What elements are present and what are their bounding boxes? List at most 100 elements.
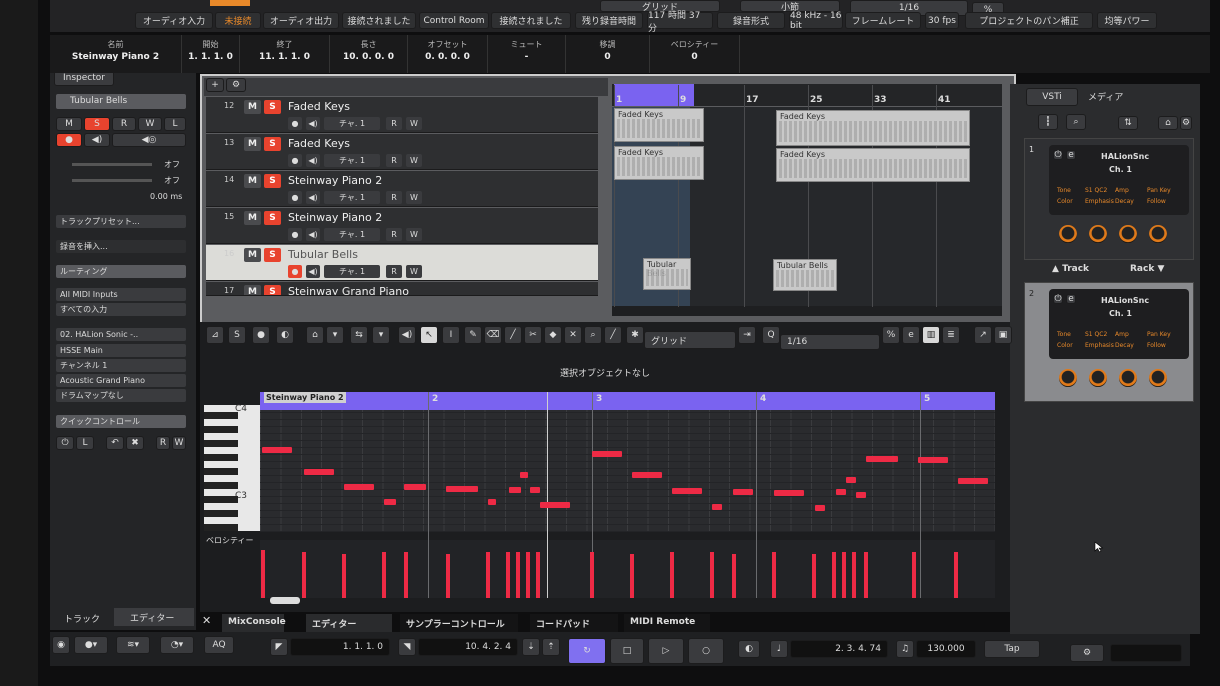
velocity-bar[interactable] xyxy=(812,554,816,598)
velocity-bar[interactable] xyxy=(912,552,916,598)
inspector-mute-button[interactable]: M xyxy=(56,117,82,131)
vsti-edit-icon[interactable]: e xyxy=(1066,150,1076,160)
track-row[interactable]: 15 M S Steinway Piano 2 ● ◀) チャ. 1 RW xyxy=(206,208,598,244)
channel-select[interactable]: チャ. 1 xyxy=(324,265,380,278)
black-key[interactable] xyxy=(204,468,238,475)
midi-clip[interactable]: Faded Keys xyxy=(614,146,704,180)
record-mode-select[interactable]: ●▾ xyxy=(74,636,108,654)
mute-tool-icon[interactable]: ✕ xyxy=(564,326,582,344)
velocity-bar[interactable] xyxy=(506,552,510,598)
midi-note[interactable] xyxy=(815,505,825,511)
inspector-record-button[interactable]: ● xyxy=(56,133,82,147)
right-locator-field[interactable]: 10. 4. 2. 4 xyxy=(418,638,518,656)
black-key[interactable] xyxy=(204,426,238,433)
vsti-knob[interactable] xyxy=(1149,369,1167,387)
black-key[interactable] xyxy=(204,454,238,461)
solo-editor-icon[interactable]: S xyxy=(228,326,246,344)
vsti-knob[interactable] xyxy=(1149,225,1167,243)
right-locator-icon[interactable]: ◥ xyxy=(398,638,416,656)
arrange-icon[interactable]: ⇆ xyxy=(350,326,368,344)
vsti-knob[interactable] xyxy=(1119,225,1137,243)
velocity-bar[interactable] xyxy=(382,552,386,598)
record-icon[interactable]: ● xyxy=(252,326,270,344)
midi-clip[interactable]: Tubular Bells xyxy=(643,258,691,290)
velocity-bar[interactable] xyxy=(404,552,408,598)
info-field-2[interactable]: 終了 11. 1. 1. 0 xyxy=(240,35,330,73)
track-row[interactable]: 13 M S Faded Keys ● ◀) チャ. 1 RW xyxy=(206,134,598,170)
lower-zone-tab[interactable]: MixConsole xyxy=(222,614,286,632)
midi-note[interactable] xyxy=(540,502,570,508)
punch-in-button[interactable]: ⇣ xyxy=(522,638,540,656)
inspector-monitor-button[interactable]: ◀) xyxy=(84,133,110,147)
velocity-bar[interactable] xyxy=(954,552,958,598)
channel-select[interactable]: チャ. 1 xyxy=(324,154,380,167)
inspector-write-button[interactable]: W xyxy=(138,117,162,131)
inspector-lock-button[interactable]: L xyxy=(164,117,186,131)
record-enable-button[interactable]: ● xyxy=(288,228,302,241)
velocity-bar[interactable] xyxy=(342,554,346,598)
velocity-bar[interactable] xyxy=(864,552,868,598)
solo-button[interactable]: S xyxy=(264,100,281,114)
arrow-tool-icon[interactable]: ↖ xyxy=(420,326,438,344)
midi-clip[interactable]: Tubular Bells xyxy=(773,259,837,291)
midi-note[interactable] xyxy=(404,484,426,490)
note-grid[interactable] xyxy=(260,410,995,532)
info-field-0[interactable]: 名前 Steinway Piano 2 xyxy=(50,35,182,73)
mute-button[interactable]: M xyxy=(244,100,261,114)
quantize-settings-icon[interactable]: % xyxy=(882,326,900,344)
pin-icon[interactable]: ⊿ xyxy=(206,326,224,344)
lower-zone-tab[interactable]: MIDI Remote xyxy=(624,614,710,632)
dropdown-icon[interactable]: ▾ xyxy=(326,326,344,344)
quantize-icon[interactable]: ⇥ xyxy=(738,326,756,344)
write-button[interactable]: W xyxy=(406,154,422,167)
position-field[interactable]: 2. 3. 4. 74 xyxy=(790,640,888,658)
track-row[interactable]: 17MSSteinway Grand Piano●◀)RW xyxy=(206,282,598,296)
footer-tab-track[interactable]: トラック xyxy=(54,610,112,626)
read-button[interactable]: R xyxy=(386,191,402,204)
midi-clip[interactable]: Faded Keys xyxy=(776,110,970,146)
velocity-bar[interactable] xyxy=(772,552,776,598)
velocity-bar[interactable] xyxy=(852,552,856,598)
write-button[interactable]: W xyxy=(406,265,422,278)
midi-clip[interactable]: Faded Keys xyxy=(776,148,970,182)
midi-channel-select[interactable]: チャンネル 1 xyxy=(56,359,186,372)
vsti-tab[interactable]: VSTi xyxy=(1026,88,1078,106)
inspector-edit-button[interactable]: ◀◎ xyxy=(112,133,186,147)
monitor-button[interactable]: ◀) xyxy=(306,154,320,167)
vsti-edit-icon[interactable]: e xyxy=(1066,294,1076,304)
transport-config-button[interactable]: ◉ xyxy=(52,636,70,654)
black-key[interactable] xyxy=(204,524,238,531)
read-button[interactable]: R xyxy=(386,117,402,130)
velocity-bar[interactable] xyxy=(842,552,846,598)
velocity-bar[interactable] xyxy=(302,552,306,598)
info-field-5[interactable]: ミュート - xyxy=(488,35,566,73)
velocity-bar[interactable] xyxy=(526,552,530,598)
track-row[interactable]: 16 M S Tubular Bells ● ◀) チャ. 1 RW xyxy=(206,245,598,281)
tempo-icon[interactable]: ♫ xyxy=(896,640,914,658)
monitor-button[interactable]: ◀) xyxy=(306,265,320,278)
record-enable-button[interactable]: ● xyxy=(288,265,302,278)
midi-note[interactable] xyxy=(836,489,846,495)
split-tool-icon[interactable]: ✂ xyxy=(524,326,542,344)
midi-note[interactable] xyxy=(488,499,496,505)
view-icon[interactable]: ▥ xyxy=(922,326,940,344)
lower-zone-tab[interactable]: コードパッド xyxy=(530,614,618,632)
info-field-1[interactable]: 開始 1. 1. 1. 0 xyxy=(182,35,240,73)
vsti-slot[interactable]: 1 ⏻ e HALionSnc Ch. 1 Tone S1 QC2 Amp Pan Key Col… xyxy=(1024,138,1194,260)
midi-note[interactable] xyxy=(592,451,622,457)
info-field-6[interactable]: 移調 0 xyxy=(566,35,650,73)
midi-note[interactable] xyxy=(262,447,292,453)
velocity-bar[interactable] xyxy=(261,550,265,598)
add-track-button[interactable]: + xyxy=(206,78,224,92)
inspector-read-button[interactable]: R xyxy=(112,117,136,131)
close-tab-icon[interactable]: ✕ xyxy=(202,614,211,627)
drum-map-select[interactable]: ドラムマップなし xyxy=(56,389,186,402)
zoom-tool-icon[interactable]: ⌕ xyxy=(584,326,602,344)
monitor-button[interactable]: ◀) xyxy=(306,191,320,204)
midi-note[interactable] xyxy=(344,484,374,490)
midi-note[interactable] xyxy=(856,492,866,498)
record-enable-button[interactable]: ● xyxy=(288,154,302,167)
midi-note[interactable] xyxy=(304,469,334,475)
transport-settings-button[interactable]: ⚙ xyxy=(1070,644,1104,662)
maximize-icon[interactable]: ↗ xyxy=(974,326,992,344)
